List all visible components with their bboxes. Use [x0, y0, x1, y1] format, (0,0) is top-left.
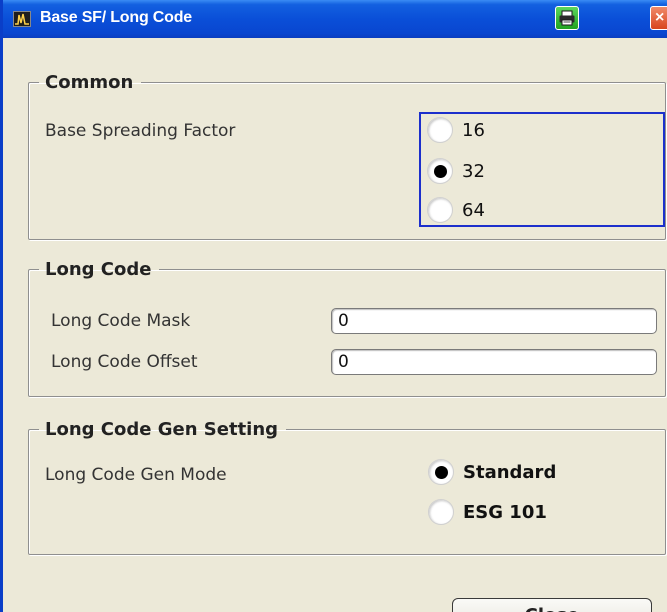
close-button[interactable]: Close — [452, 598, 652, 612]
dialog-window: Base SF/ Long Code × Common Base Spreadi… — [0, 0, 667, 612]
spectrum-icon — [13, 11, 31, 27]
printer-icon[interactable] — [555, 6, 579, 30]
gen-mode-esg101-radio[interactable] — [428, 499, 454, 525]
long-code-mask-input[interactable] — [331, 308, 657, 334]
sf-32-radio[interactable] — [427, 158, 453, 184]
gen-mode-standard-label: Standard — [463, 461, 557, 483]
long-code-mask-label: Long Code Mask — [51, 311, 191, 331]
long-code-offset-input[interactable] — [331, 349, 657, 375]
sf-64-radio[interactable] — [427, 197, 453, 223]
long-code-gen-setting-group: Long Code Gen Setting — [28, 419, 666, 555]
long-code-gen-setting-legend: Long Code Gen Setting — [45, 419, 279, 440]
gen-mode-esg101-label: ESG 101 — [463, 501, 547, 523]
window-title: Base SF/ Long Code — [40, 9, 192, 26]
sf-option-16[interactable]: 16 — [427, 116, 485, 144]
long-code-offset-label: Long Code Offset — [51, 352, 198, 372]
title-bar[interactable]: Base SF/ Long Code × — [3, 0, 667, 38]
sf-32-label: 32 — [462, 160, 485, 182]
sf-16-label: 16 — [462, 119, 485, 141]
gen-mode-standard-radio[interactable] — [428, 459, 454, 485]
base-spreading-factor-label: Base Spreading Factor — [45, 121, 236, 141]
sf-option-64[interactable]: 64 — [427, 196, 485, 224]
common-legend: Common — [45, 72, 134, 93]
sf-option-32[interactable]: 32 — [427, 157, 485, 185]
gen-mode-option-esg101[interactable]: ESG 101 — [428, 498, 547, 526]
long-code-gen-mode-label: Long Code Gen Mode — [45, 465, 227, 485]
sf-64-label: 64 — [462, 199, 485, 221]
close-icon[interactable]: × — [650, 6, 667, 30]
sf-16-radio[interactable] — [427, 117, 453, 143]
gen-mode-option-standard[interactable]: Standard — [428, 458, 556, 486]
long-code-legend: Long Code — [45, 259, 152, 280]
